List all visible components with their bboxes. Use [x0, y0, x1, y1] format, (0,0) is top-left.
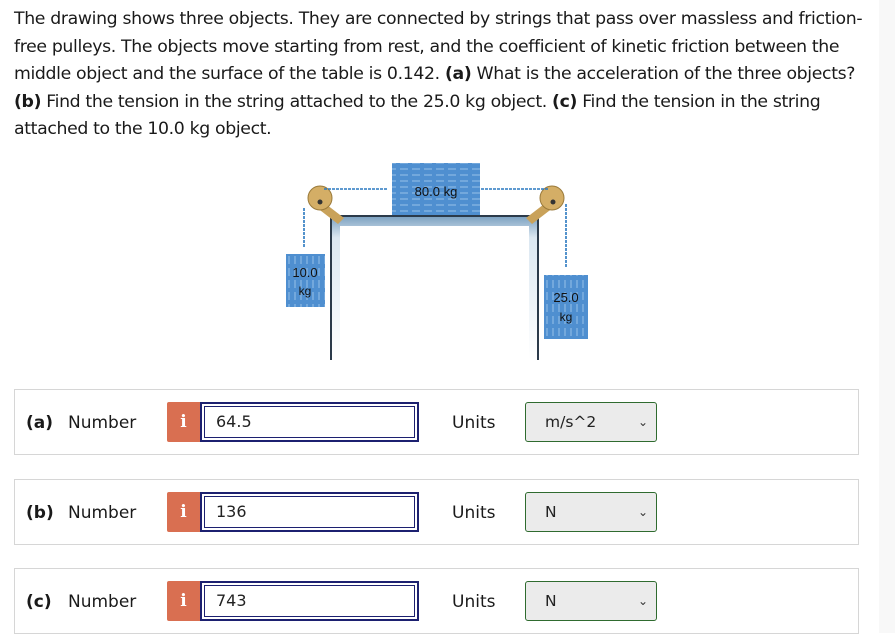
- units-c-select[interactable]: N ⌄: [525, 581, 657, 621]
- chevron-down-icon: ⌄: [637, 415, 648, 429]
- right-block: 25.0 kg: [544, 275, 588, 339]
- units-label: Units: [452, 592, 496, 612]
- number-label: Number: [68, 503, 137, 523]
- part-c-label: (c): [552, 91, 578, 112]
- left-pulley-icon: [307, 185, 344, 224]
- info-icon[interactable]: i: [167, 581, 200, 621]
- units-label: Units: [452, 413, 496, 433]
- selected-unit: m/s^2: [545, 413, 597, 431]
- answer-a-input[interactable]: 64.5: [200, 402, 419, 442]
- right-mass-unit: kg: [560, 310, 573, 324]
- info-icon[interactable]: i: [167, 402, 200, 442]
- chevron-down-icon: ⌄: [637, 594, 648, 608]
- answer-b-input[interactable]: 136: [200, 492, 419, 532]
- scrollbar-track[interactable]: [879, 0, 895, 633]
- pulley-diagram: 80.0 kg 10.0 kg 25.0 kg: [280, 160, 600, 370]
- part-b-label: (b): [14, 91, 42, 112]
- part-a-label: (a): [444, 64, 472, 84]
- right-mass-value: 25.0: [553, 290, 578, 305]
- number-label: Number: [68, 413, 137, 433]
- right-pulley-icon: [526, 185, 565, 224]
- answer-row-c: (c) Number i 743 Units N ⌄: [14, 568, 859, 634]
- part-b-text: Find the tension in the string attached …: [46, 91, 547, 112]
- number-label: Number: [68, 592, 137, 612]
- left-mass-unit: kg: [299, 284, 312, 298]
- answer-row-a: (a) Number i 64.5 Units m/s^2 ⌄: [14, 389, 859, 455]
- question-text: The drawing shows three objects. They ar…: [14, 6, 864, 144]
- selected-unit: N: [545, 503, 557, 521]
- part-a-text: What is the acceleration of the three ob…: [476, 64, 856, 84]
- answer-c-input[interactable]: 743: [200, 581, 419, 621]
- units-a-select[interactable]: m/s^2 ⌄: [525, 402, 657, 442]
- part-label: (b): [26, 503, 54, 523]
- units-b-select[interactable]: N ⌄: [525, 492, 657, 532]
- chevron-down-icon: ⌄: [637, 505, 648, 519]
- middle-block: 80.0 kg: [392, 163, 480, 215]
- part-label: (a): [26, 413, 54, 433]
- part-label: (c): [26, 592, 52, 612]
- units-label: Units: [452, 503, 496, 523]
- selected-unit: N: [545, 592, 557, 610]
- left-mass-value: 10.0: [292, 265, 317, 280]
- info-icon[interactable]: i: [167, 492, 200, 532]
- middle-mass-label: 80.0 kg: [415, 184, 458, 199]
- table: [330, 215, 539, 360]
- answer-row-b: (b) Number i 136 Units N ⌄: [14, 479, 859, 545]
- left-block: 10.0 kg: [286, 254, 325, 307]
